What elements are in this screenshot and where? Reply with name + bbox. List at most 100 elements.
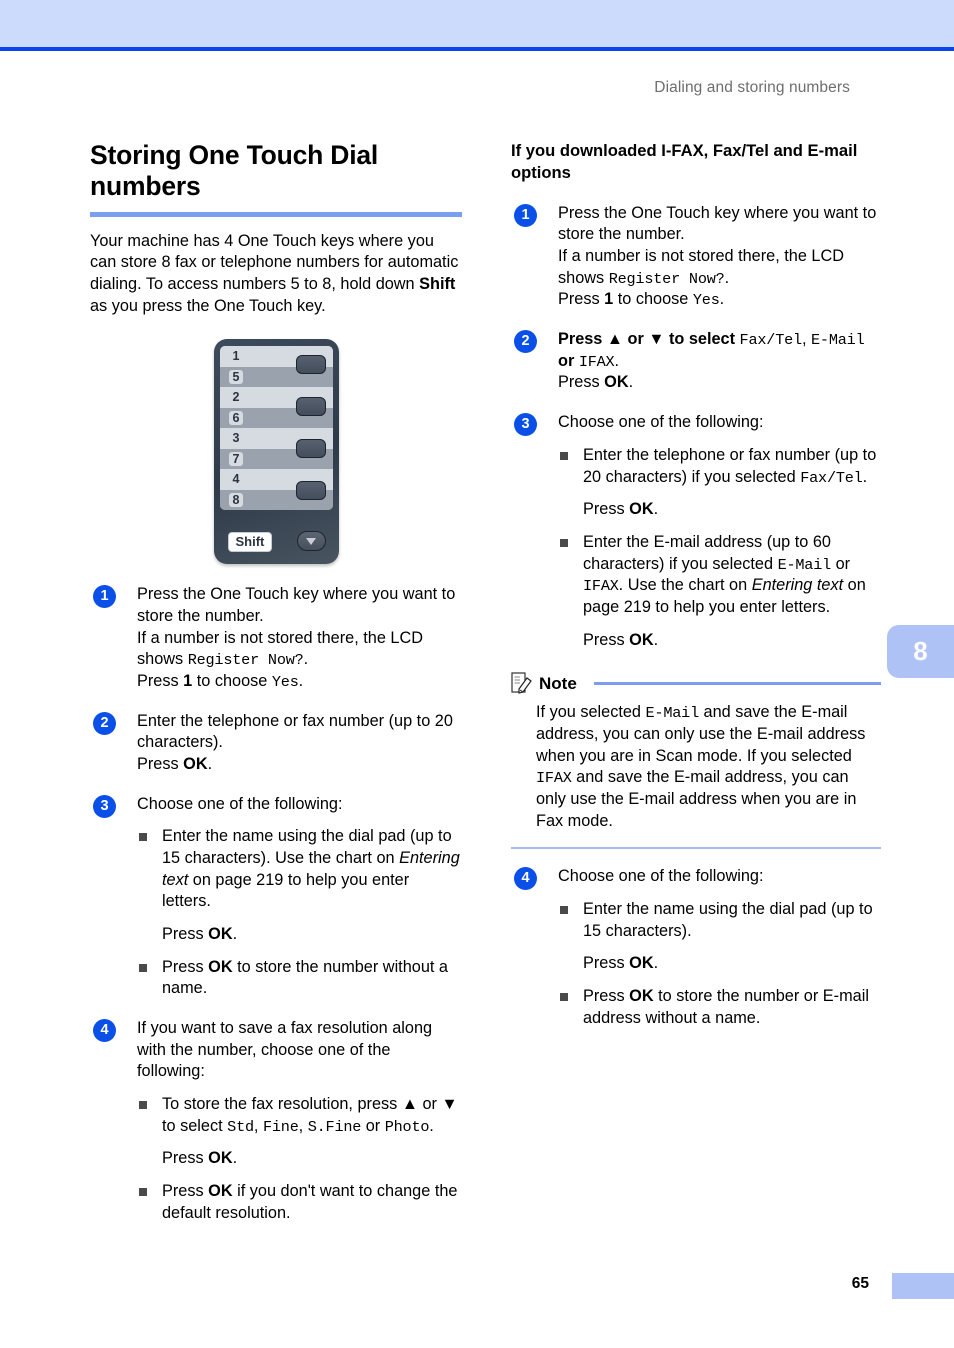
note-header-rule [593, 682, 881, 685]
intro-text-c: as you press the One Touch key. [90, 296, 326, 315]
right-step-2: 2 Press ▲ or ▼ to select Fax/Tel, E-Mail… [511, 329, 881, 394]
chapter-tab: 8 [887, 625, 954, 678]
left-step-4-bullet-1: To store the fax resolution, press ▲ or … [137, 1094, 462, 1170]
title-underline [90, 211, 462, 217]
bullet-square-icon [560, 905, 568, 914]
opt-fax-tel: Fax/Tel [800, 468, 863, 487]
chevron-down-icon [296, 531, 326, 552]
press-a: Press [583, 954, 630, 973]
right-step-3: 3 Choose one of the following: Enter the… [511, 412, 881, 651]
running-head: Dialing and storing numbers [654, 79, 850, 96]
ok-bold: OK [183, 754, 208, 773]
press-a: Press [162, 1149, 209, 1168]
res-sfine: S.Fine [307, 1117, 362, 1136]
step-line-1: Enter the telephone or fax number (up to… [137, 711, 453, 752]
step-line-3d: . [298, 671, 304, 690]
step-line-3c: to choose [613, 290, 693, 309]
note-block: Note If you selected E-Mail and save the… [511, 672, 881, 850]
one-touch-key-3 [295, 439, 326, 459]
sep-1: or [831, 554, 851, 573]
keypad-label-1: 1 [232, 349, 240, 364]
step-body: Choose one of the following: [558, 413, 764, 432]
intro-text-a: Your machine has 4 One Touch keys where … [90, 231, 459, 293]
lcd-register-now: Register Now? [187, 651, 304, 670]
opt-ifax: IFAX [583, 577, 619, 596]
bullet-body: Enter the E-mail address (up to 60 chara… [583, 532, 881, 619]
sep-2: or [558, 351, 579, 370]
ok-bold: OK [629, 500, 654, 519]
bullet-text-a: Press [583, 986, 630, 1005]
left-step-3-bullet-1: Enter the name using the dial pad (up to… [137, 826, 462, 945]
line-end: . [614, 351, 619, 370]
press-ok-line: Press OK. [162, 1148, 462, 1170]
opt-ifax: IFAX [536, 769, 572, 788]
res-fine: Fine [262, 1117, 299, 1136]
bullet-text-a: Press [162, 957, 209, 976]
lcd-yes: Yes [271, 672, 299, 691]
lcd-register-now: Register Now? [608, 269, 725, 288]
note-text-a: If you selected [536, 703, 646, 722]
right-column: If you downloaded I-FAX, Fax/Tel and E-m… [511, 140, 881, 1029]
step-line-1: Press the One Touch key where you want t… [558, 203, 877, 244]
note-pencil-icon [511, 672, 532, 694]
step-number-badge: 2 [514, 330, 537, 354]
keypad-label-7: 7 [228, 451, 244, 466]
keypad-label-2: 2 [232, 390, 240, 405]
one-touch-key-2 [295, 397, 326, 417]
sep-1: , [253, 1116, 263, 1135]
bullet-text-a: Press [162, 1182, 209, 1200]
step-body: Choose one of the following: [137, 794, 343, 813]
left-step-3-bullet-2: Press OK to store the number without a n… [137, 957, 462, 1000]
opt-fax-tel: Fax/Tel [739, 331, 803, 350]
ok-bold: OK [604, 373, 629, 392]
step-line-2c: . [724, 268, 730, 287]
step-number-badge: 3 [93, 794, 116, 818]
right-step-4-bullet-2: Press OK to store the number or E-mail a… [558, 986, 881, 1029]
note-header: Note [511, 672, 881, 695]
ok-bold: OK [629, 986, 654, 1005]
step-line-2a: Press [558, 373, 605, 392]
opt-ifax: IFAX [578, 352, 615, 371]
right-step-3-bullet-2: Enter the E-mail address (up to 60 chara… [558, 532, 881, 651]
key-1-bold: 1 [604, 290, 614, 309]
step-number-badge: 1 [514, 203, 537, 227]
note-body: If you selected E-Mail and save the E-ma… [536, 702, 881, 832]
step-line-2c: . [303, 650, 309, 669]
footer-color-block [892, 1273, 954, 1299]
left-step-4-bullet-2: Press OK if you don't want to change the… [137, 1181, 462, 1224]
press-ok-line: Press OK. [583, 630, 881, 652]
keypad-label-6: 6 [228, 410, 244, 425]
bullet-square-icon [139, 1188, 147, 1196]
intro-paragraph: Your machine has 4 One Touch keys where … [90, 231, 462, 318]
step-number-badge: 4 [93, 1018, 116, 1042]
opt-email: E-Mail [777, 555, 832, 574]
res-std: Std [227, 1117, 254, 1136]
chapter-number: 8 [913, 636, 928, 666]
step-number-badge: 3 [514, 413, 537, 437]
step-line-3a: Press [558, 290, 605, 309]
step-line-2c: . [628, 373, 634, 392]
press-ok-line: Press OK. [162, 924, 462, 946]
sep-2: , [298, 1116, 308, 1135]
ok-bold: OK [208, 1149, 233, 1168]
right-step-4-bullet-1: Enter the name using the dial pad (up to… [558, 899, 881, 975]
left-step-4: 4 If you want to save a fax resolution a… [90, 1018, 462, 1224]
bullet-body: Press OK if you don't want to change the… [162, 1181, 462, 1224]
opt-email: E-Mail [645, 704, 700, 723]
left-step-2: 2 Enter the telephone or fax number (up … [90, 711, 462, 776]
press-c: . [232, 1149, 238, 1168]
entering-text-ref: Entering text [751, 576, 844, 595]
right-step-3-bullet-1: Enter the telephone or fax number (up to… [558, 445, 881, 521]
step-body: Press ▲ or ▼ to select Fax/Tel, E-Mail o… [558, 329, 881, 394]
keypad-shift-row: Shift [214, 530, 339, 555]
press-c: . [653, 630, 659, 649]
one-touch-key-1 [295, 355, 326, 375]
opt-email: E-Mail [811, 331, 865, 350]
step-line-3c: to choose [192, 671, 272, 690]
res-photo: Photo [384, 1117, 430, 1136]
bullet-square-icon [560, 538, 568, 547]
step-number-badge: 1 [93, 585, 116, 609]
step-number-badge: 2 [93, 711, 116, 735]
step-body: If you want to save a fax resolution alo… [137, 1018, 433, 1081]
bullet-square-icon [560, 992, 568, 1001]
